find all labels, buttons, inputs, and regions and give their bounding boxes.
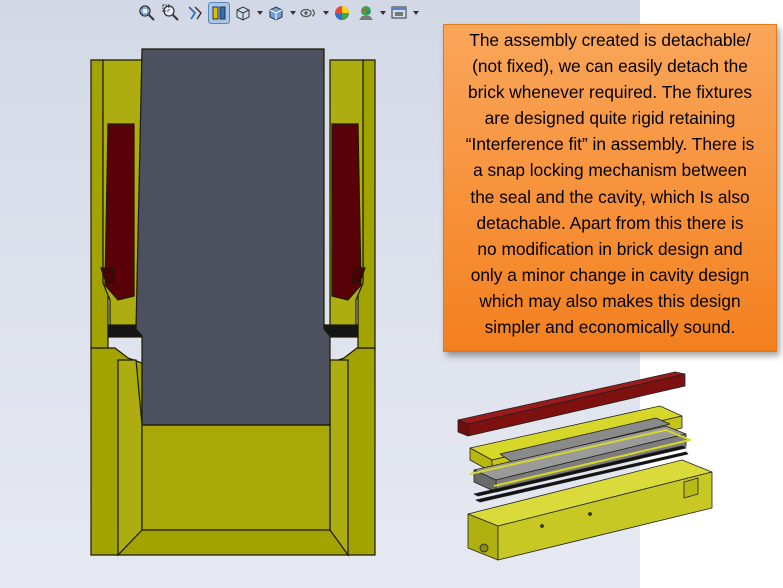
cavity-floor: [141, 424, 331, 531]
callout-line: only a minor change in cavity design: [470, 264, 750, 285]
callout-line: a snap locking mechanism between: [473, 160, 747, 181]
callout-line: no modification in brick design and: [477, 238, 743, 259]
cavity-base-inner-wall-right: [329, 359, 349, 557]
callout-line: brick whenever required. The fixtures: [468, 82, 752, 103]
callout-line: “Interference fit” in assembly. There is: [465, 134, 755, 155]
callout-line: (not fixed), we can easily detach the: [472, 56, 748, 77]
exploded-isometric-view: [457, 371, 713, 561]
brick: [135, 48, 331, 426]
callout-line: the seal and the cavity, which Is also: [470, 186, 750, 207]
callout-line: The assembly created is detachable/: [469, 30, 751, 50]
callout-line: which may also makes this design: [479, 290, 741, 311]
callout-line: detachable. Apart from this there is: [476, 212, 744, 233]
cavity-base-inner-wall-left: [117, 359, 143, 557]
description-callout: The assembly created is detachable/ (not…: [443, 24, 777, 352]
callout-line: are designed quite rigid retaining: [484, 108, 736, 129]
callout-line: simpler and economically sound.: [484, 317, 736, 338]
